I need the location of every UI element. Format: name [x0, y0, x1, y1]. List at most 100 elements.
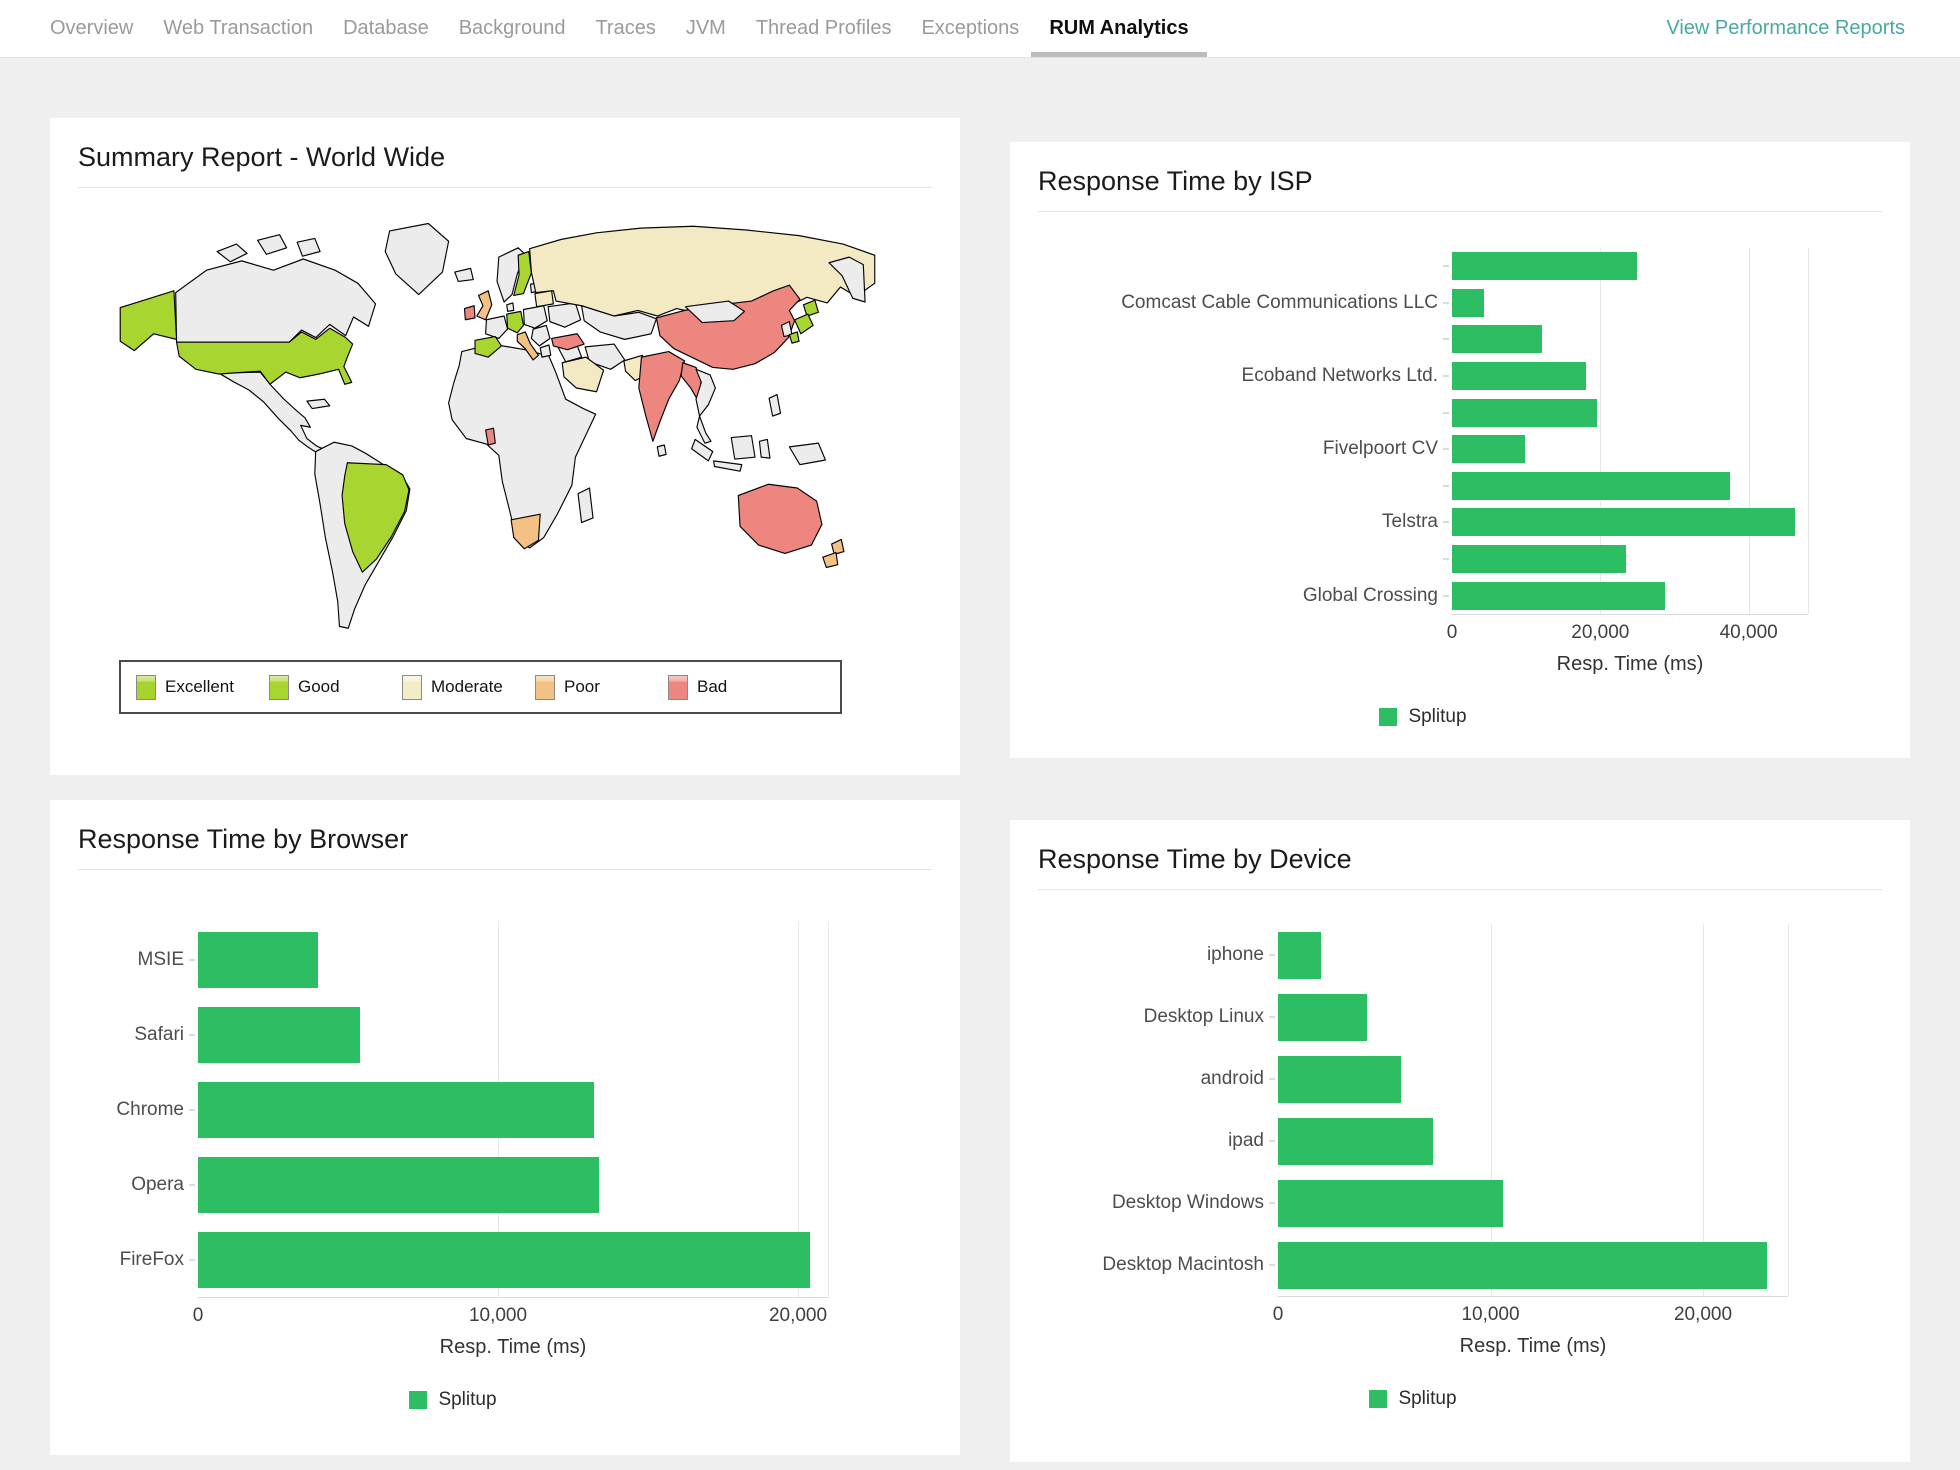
chart-row: Global Crossing	[1038, 577, 1910, 614]
bar-series-2[interactable]	[1452, 325, 1542, 353]
map-legend-item-excellent: Excellent	[136, 675, 269, 700]
nav-tab-background[interactable]: Background	[459, 0, 566, 57]
map-land-iceland	[455, 268, 473, 281]
bar-track	[1452, 289, 1808, 317]
bar-track	[1452, 545, 1808, 573]
top-nav: Overview Web Transaction Database Backgroun…	[0, 0, 1960, 58]
bar-track	[1452, 325, 1808, 353]
category-label: Desktop Macintosh	[1038, 1254, 1278, 1276]
map-country-alaska[interactable]	[120, 291, 176, 351]
map-legend-item-poor: Poor	[535, 675, 668, 700]
bar-chrome[interactable]	[198, 1082, 594, 1138]
map-land-sumatra	[692, 439, 713, 461]
series-legend[interactable]: Splitup	[1038, 706, 1808, 728]
bar-global-crossing[interactable]	[1452, 582, 1665, 610]
isp-chart: Comcast Cable Communications LLCEcoband …	[1010, 248, 1910, 728]
nav-tab-traces[interactable]: Traces	[595, 0, 655, 57]
map-country-japan[interactable]	[795, 314, 813, 334]
bar-comcast-cable-communications-llc[interactable]	[1452, 289, 1484, 317]
browser-chart: MSIESafariChromeOperaFireFox 010,00020,0…	[50, 922, 960, 1411]
map-land-mexico	[219, 372, 323, 454]
chart-row: Ecoband Networks Ltd.	[1038, 358, 1910, 395]
summary-report-title: Summary Report - World Wide	[78, 118, 932, 187]
x-tick-label: 0	[1273, 1304, 1284, 1326]
map-land-sulawesi	[759, 439, 770, 458]
response-time-by-isp-panel: Response Time by ISP Comcast Cable Commu…	[1010, 142, 1910, 758]
series-legend[interactable]: Splitup	[1038, 1388, 1788, 1410]
map-land-central-europe	[523, 306, 547, 328]
bar-safari[interactable]	[198, 1007, 360, 1063]
bar-series-0[interactable]	[1452, 252, 1637, 280]
x-axis-title: Resp. Time (ms)	[198, 1336, 828, 1359]
bar-track	[1452, 362, 1808, 390]
map-land-malay	[697, 416, 711, 443]
map-country-belarus[interactable]	[535, 291, 553, 307]
bar-desktop-linux[interactable]	[1278, 994, 1367, 1041]
map-legend-item-good: Good	[269, 675, 402, 700]
bar-ipad[interactable]	[1278, 1118, 1433, 1165]
divider	[1038, 889, 1882, 890]
response-time-by-device-panel: Response Time by Device iphoneDesktop Li…	[1010, 820, 1910, 1462]
nav-tab-jvm[interactable]: JVM	[686, 0, 726, 57]
chart-row: MSIE	[78, 922, 960, 997]
category-label: iphone	[1038, 944, 1278, 966]
nav-tab-database[interactable]: Database	[343, 0, 429, 57]
bar-msie[interactable]	[198, 932, 318, 988]
map-country-australia[interactable]	[738, 484, 822, 553]
map-legend-swatch	[269, 675, 289, 700]
bar-track	[198, 1007, 828, 1063]
bar-telstra[interactable]	[1452, 508, 1795, 536]
x-tick-label: 20,000	[1571, 622, 1629, 644]
nav-tab-thread-profiles[interactable]: Thread Profiles	[756, 0, 892, 57]
map-land-greenland	[385, 223, 448, 294]
x-axis: 010,00020,000	[1278, 1296, 1788, 1331]
legend-label: Splitup	[1408, 706, 1466, 728]
bar-series-6[interactable]	[1452, 472, 1730, 500]
chart-row: Desktop Linux	[1038, 986, 1910, 1048]
bar-ecoband-networks-ltd-[interactable]	[1452, 362, 1586, 390]
bar-opera[interactable]	[198, 1157, 599, 1213]
map-country-india[interactable]	[639, 352, 685, 442]
map-land-madagascar	[578, 488, 593, 523]
map-country-japan[interactable]	[789, 332, 799, 343]
x-tick-label: 40,000	[1720, 622, 1778, 644]
map-country-turkey[interactable]	[552, 334, 585, 350]
bar-firefox[interactable]	[198, 1232, 810, 1288]
view-performance-reports-link[interactable]: View Performance Reports	[1666, 17, 1905, 40]
category-label: Safari	[78, 1024, 198, 1046]
series-legend[interactable]: Splitup	[78, 1389, 828, 1411]
map-land-ukraine	[548, 303, 581, 327]
map-legend-item-moderate: Moderate	[402, 675, 535, 700]
map-legend-label: Bad	[697, 677, 727, 697]
nav-tab-exceptions[interactable]: Exceptions	[921, 0, 1019, 57]
category-label: Ecoband Networks Ltd.	[1038, 365, 1452, 387]
category-label: FireFox	[78, 1249, 198, 1271]
bar-track	[198, 1232, 828, 1288]
x-tick-label: 10,000	[469, 1305, 527, 1327]
bar-iphone[interactable]	[1278, 932, 1321, 979]
chart-row	[1038, 248, 1910, 285]
nav-tab-rum-analytics[interactable]: RUM Analytics	[1049, 0, 1188, 57]
map-country-new-zealand[interactable]	[832, 539, 844, 554]
map-land-java	[714, 461, 742, 471]
bar-series-8[interactable]	[1452, 545, 1626, 573]
map-country-russia[interactable]	[530, 226, 875, 316]
map-country-new-zealand[interactable]	[823, 553, 838, 568]
divider	[1038, 211, 1882, 212]
nav-tab-web-transaction[interactable]: Web Transaction	[163, 0, 313, 57]
bar-fivelpoort-cv[interactable]	[1452, 435, 1525, 463]
nav-tab-overview[interactable]: Overview	[50, 0, 133, 57]
category-label: Desktop Windows	[1038, 1192, 1278, 1214]
map-country-ireland[interactable]	[464, 306, 475, 320]
map-country-uk[interactable]	[477, 291, 492, 320]
chart-row	[1038, 541, 1910, 578]
bar-series-4[interactable]	[1452, 399, 1597, 427]
category-label: MSIE	[78, 949, 198, 971]
bar-desktop-macintosh[interactable]	[1278, 1242, 1767, 1289]
map-country-japan[interactable]	[803, 300, 818, 316]
x-tick-label: 20,000	[769, 1305, 827, 1327]
bar-track	[1452, 435, 1808, 463]
bar-android[interactable]	[1278, 1056, 1401, 1103]
bar-desktop-windows[interactable]	[1278, 1180, 1503, 1227]
map-country-germany[interactable]	[507, 311, 524, 333]
